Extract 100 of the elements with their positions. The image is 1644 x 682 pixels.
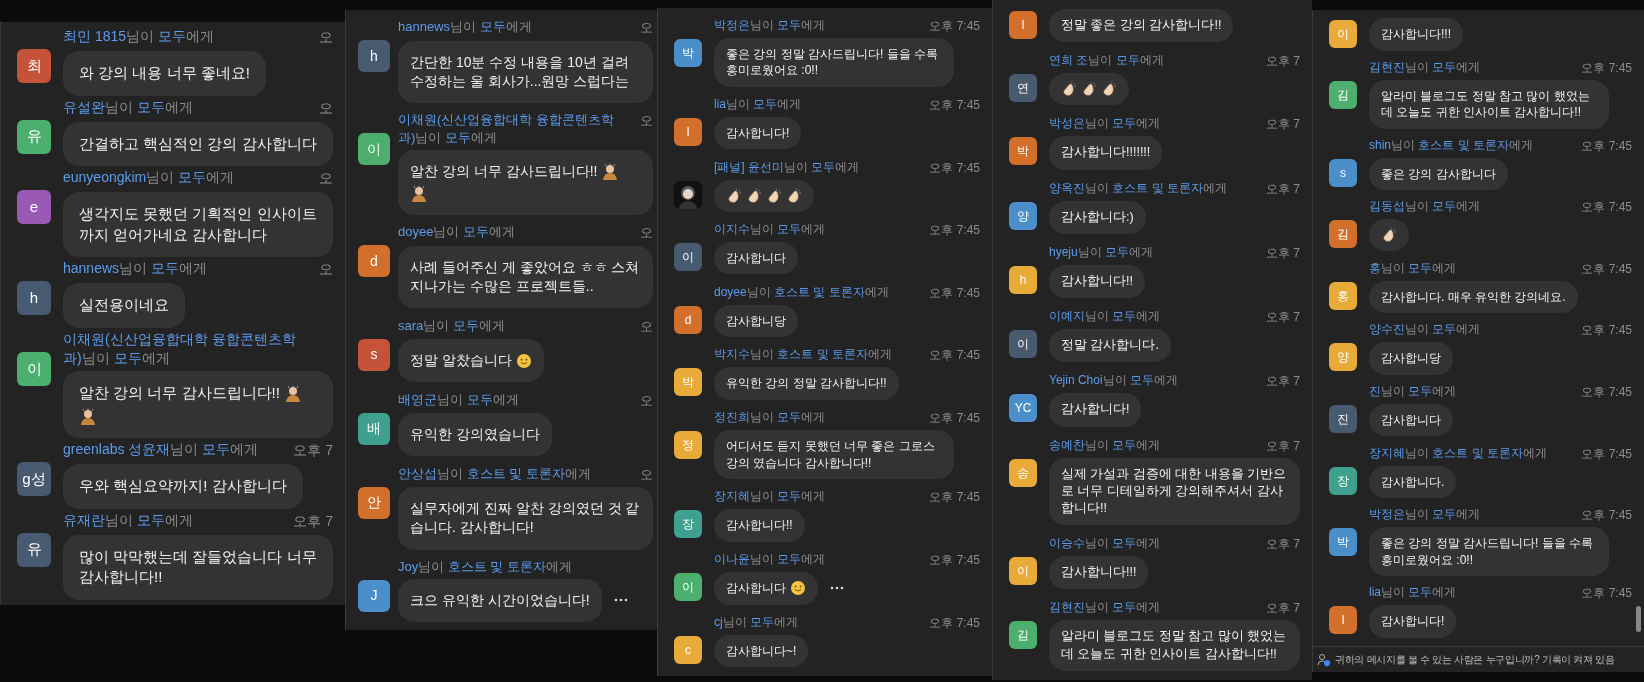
bowing-figure-icon: [79, 408, 97, 427]
avatar: 배: [358, 412, 390, 445]
avatar: 이: [1329, 20, 1357, 49]
avatar: h: [358, 40, 390, 73]
message-text: 감사합니다!: [726, 124, 790, 142]
message-text: 실전용이네요: [79, 295, 169, 316]
timestamp: 오후 7:45: [929, 489, 980, 507]
avatar: J: [358, 579, 390, 612]
message-text: 크으 유익한 시간이었습니다!: [410, 590, 590, 610]
message-header: 정진희 님이 모두에게: [714, 409, 826, 426]
timestamp: 오후 7:45: [929, 614, 980, 632]
message-header: 이채원(신산업융합대학 융합콘텐츠학과)님이 모두에게: [63, 330, 297, 369]
message-text: 감사합니당: [1381, 350, 1441, 367]
avatar: 유: [17, 532, 51, 567]
message-text: 감사합니다!!: [1061, 272, 1133, 290]
message-text: 감사합니다:): [1061, 208, 1134, 226]
message-header: 양옥진님이 호스트 및 토론자에게: [1049, 179, 1227, 197]
message-header: 양수진님이 모두에게: [1369, 321, 1481, 338]
scrollbar: [1636, 606, 1641, 632]
message-header: 연희 조님이 모두에게: [1049, 52, 1164, 69]
more-icon[interactable]: [613, 598, 628, 603]
avatar: l: [674, 117, 702, 146]
message-header: 최민 1815님이 모두에게: [63, 27, 214, 46]
message-text: 실무자에게 진짜 알찬 강의였던 것 같습니다. 감사합니다!: [410, 499, 641, 538]
avatar: l: [1329, 606, 1357, 635]
avatar: 박: [1009, 137, 1037, 166]
message-text: 생각지도 못했던 기획적인 인사이트까지 얻어가네요 감사합니다: [79, 204, 317, 245]
message-header: 이지수님이 모두에게: [714, 220, 826, 238]
timestamp: 오후 7:45: [929, 552, 980, 570]
avatar: 양: [1009, 201, 1037, 230]
timestamp: 오: [319, 98, 333, 118]
message-header: 홍님이 모두에게: [1369, 259, 1457, 277]
message-header: lia님이 모두에게: [714, 95, 802, 113]
avatar: 이: [674, 573, 702, 602]
message-text: 감사합니다. 매우 유익한 강의네요.: [1381, 288, 1566, 306]
message-text: 유익한 강의였습니다: [410, 425, 540, 445]
message-header: 김현진님이 모두에게: [1369, 58, 1481, 76]
message-text: 간결하고 핵심적인 강의 감사합니다: [79, 133, 317, 154]
smiley-icon: [790, 580, 806, 597]
message-text: 정말 감사합니다.: [1061, 337, 1159, 355]
message-header: 진님이 모두에게: [1369, 382, 1457, 400]
timestamp: 오후 7:45: [929, 221, 980, 239]
message-text: 간단한 10분 수정 내용을 10년 걸려 수정하는 울 회사가...원망 스럽다는: [410, 52, 631, 91]
clapping-hands-icon: [746, 187, 762, 204]
avatar: 김: [1329, 220, 1357, 249]
message-header: Yejin Choi님이 모두에게: [1049, 372, 1178, 389]
timestamp: 오: [640, 112, 653, 131]
message-text: 감사합니다~!: [726, 642, 797, 660]
avatar: 최: [17, 49, 51, 83]
message-header: hyeju님이 모두에게: [1049, 243, 1154, 261]
avatar: h: [17, 281, 51, 316]
timestamp: 오후 7:45: [1581, 585, 1632, 603]
avatar: s: [1329, 158, 1357, 187]
timestamp: 오후 7:45: [929, 96, 980, 114]
message-header: cj님이 모두에게: [714, 613, 798, 631]
clapping-hands-icon: [726, 187, 742, 204]
timestamp: 오후 7: [1266, 536, 1300, 554]
timestamp: 오후 7:45: [929, 17, 980, 35]
smiley-icon: [515, 352, 532, 369]
avatar: 이: [17, 352, 51, 386]
message-header: 유재란님이 모두에게: [63, 510, 193, 530]
message-header: lia님이 모두에게: [1369, 584, 1457, 601]
avatar: g성: [17, 462, 51, 497]
timestamp: 오후 7: [1266, 116, 1300, 134]
more-icon[interactable]: [830, 586, 844, 591]
avatar: e: [17, 190, 51, 225]
message-text: 감사합니다!: [1381, 613, 1445, 630]
message-header: greenlabs 성윤재 님이 모두에게: [63, 440, 259, 460]
timestamp: 오: [640, 391, 653, 410]
message-text: 감사합니다: [726, 580, 786, 597]
timestamp: 오후 7:45: [1581, 507, 1632, 525]
timestamp: 오: [319, 28, 333, 47]
message-header: [패널] 윤선미 님이 모두에게: [714, 158, 860, 176]
message-header: shin님이 호스트 및 토론자에게: [1369, 136, 1534, 154]
message-text: 알찬 강의 너무 감사드립니다!!: [410, 162, 598, 182]
message-text: 와 강의 내용 너무 좋네요!: [79, 63, 250, 83]
timestamp: 오: [319, 169, 333, 189]
message-header: 안상섭 님이 호스트 및 토론자에게: [398, 464, 591, 483]
timestamp: 오후 7:45: [1581, 260, 1632, 278]
message-text: 알라미 블로그도 정말 참고 많이 했었는데 오늘도 귀한 인사이트 감사합니다!!: [1061, 628, 1288, 663]
avatar: 양: [1329, 343, 1357, 372]
message-text: 좋은 강의 정말 감사드립니다! 들을 수록 흥미로웠어요 :0!!: [1381, 535, 1594, 569]
timestamp: 오후 7:45: [1581, 199, 1632, 217]
avatar: 김: [1329, 80, 1357, 109]
avatar: 안: [358, 486, 390, 519]
timestamp: 오후 7: [1266, 373, 1300, 391]
avatar: 이: [1009, 557, 1037, 586]
avatar: YC: [1009, 394, 1037, 423]
timestamp: 오후 7: [1266, 309, 1300, 327]
footer-text: 귀하의 메시지를 볼 수 있는 사람은 누구입니까? 기록이 켜져 있음: [1335, 653, 1615, 667]
timestamp: 오후 7:45: [929, 284, 980, 302]
avatar: 박: [674, 368, 702, 397]
timestamp: 오: [319, 260, 333, 280]
bowing-figure-icon: [601, 162, 620, 181]
message-text: 우와 핵심요약까지! 감사합니다: [79, 476, 287, 497]
message-text: 알찬 강의 너무 감사드립니다!!: [79, 383, 280, 404]
avatar: 유: [17, 119, 51, 154]
avatar: 김: [1009, 621, 1037, 650]
timestamp: 오후 7:45: [929, 410, 980, 428]
timestamp: 오후 7:45: [1581, 445, 1632, 463]
